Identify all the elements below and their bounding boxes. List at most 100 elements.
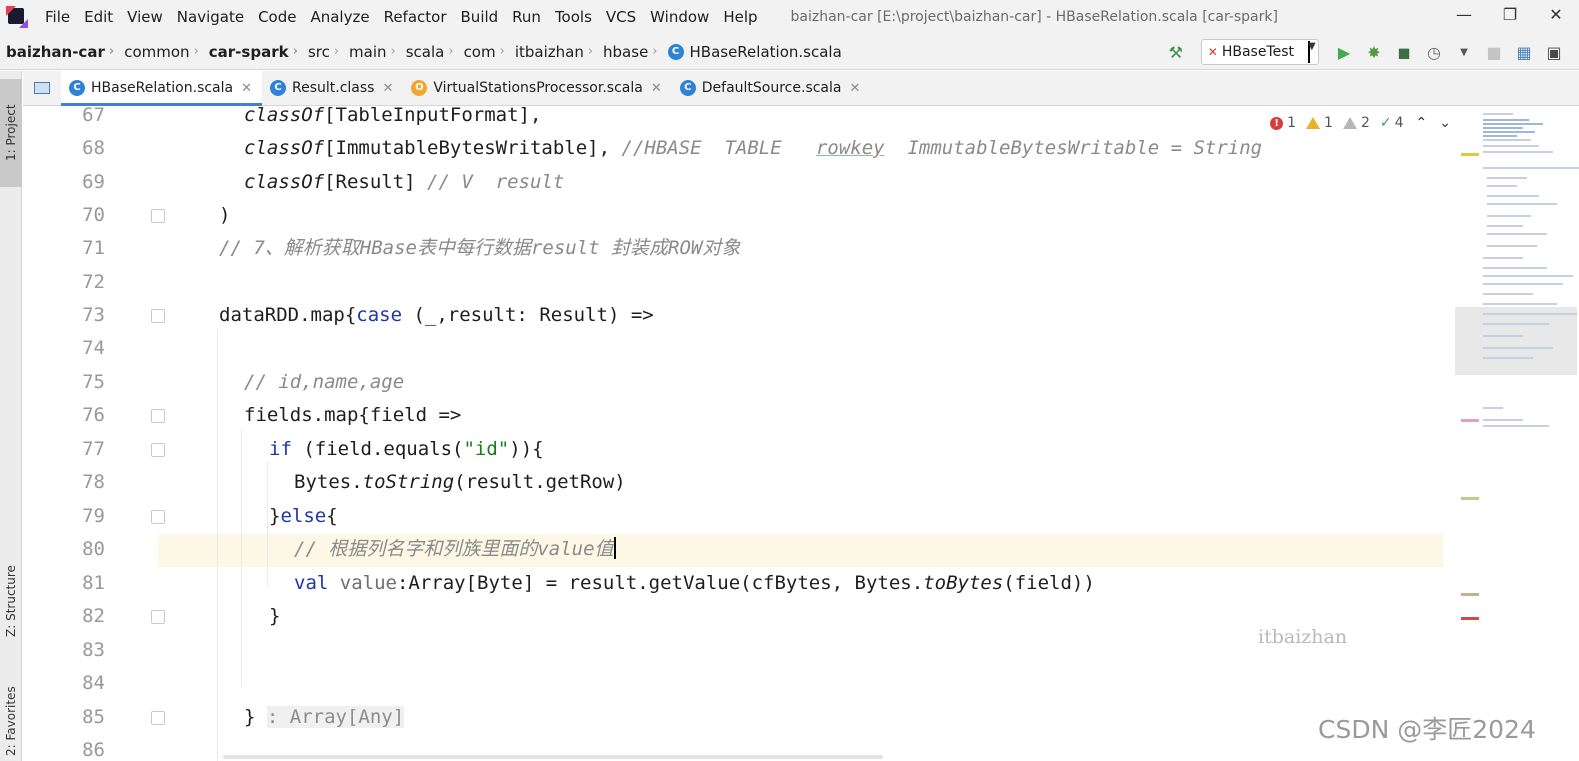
window-title: baizhan-car [E:\project\baizhan-car] - H… [790, 9, 1278, 25]
code-line: // id,name,age [244, 371, 405, 393]
weak-warning-count[interactable]: 2 [1342, 115, 1370, 131]
menu-file[interactable]: File [38, 0, 77, 34]
csdn-watermark: CSDN @李匠2024 [1318, 715, 1536, 744]
line-number: 70 [82, 204, 105, 226]
more-run-chevron-icon[interactable]: ▼ [1449, 37, 1479, 67]
code-line: classOf[TableInputFormat], [244, 107, 542, 126]
line-number: 68 [82, 137, 105, 159]
warning-count[interactable]: 1 [1306, 115, 1333, 131]
code-editor[interactable]: 67 68 69 70 71 72 73 74 75 76 77 78 79 8… [23, 107, 1579, 761]
indent-guide [241, 429, 242, 687]
stripe-mark[interactable] [1461, 593, 1479, 596]
menu-view[interactable]: View [120, 0, 170, 34]
breadcrumb-scala[interactable]: scala › [400, 34, 458, 70]
intellij-logo-icon [6, 6, 28, 28]
close-window-icon[interactable]: ✕ [1533, 0, 1579, 34]
menu-vcs[interactable]: VCS [599, 0, 643, 34]
menu-refactor[interactable]: Refactor [377, 0, 454, 34]
typo-check-icon: ✓ [1379, 115, 1392, 131]
fold-marker-icon[interactable] [151, 610, 165, 624]
breadcrumb-file[interactable]: C HBaseRelation.scala [662, 34, 846, 70]
fold-marker-icon[interactable] [151, 409, 165, 423]
menu-edit[interactable]: Edit [77, 0, 120, 34]
config-error-icon: ✕ [1207, 45, 1218, 59]
breadcrumb-src[interactable]: src › [302, 34, 343, 70]
tab-hbaserelation[interactable]: C HBaseRelation.scala ✕ [61, 71, 263, 106]
run-configuration-select[interactable]: ✕ HBaseTest ▼ [1200, 39, 1319, 65]
line-number: 85 [82, 706, 105, 728]
line-number: 84 [82, 672, 105, 694]
breadcrumb-common[interactable]: common › [118, 34, 203, 70]
terminal-icon[interactable]: ▣ [1539, 37, 1569, 67]
code-line: }else{ [269, 505, 338, 527]
project-tool-tab[interactable]: 1: Project [0, 79, 22, 187]
warning-stripe-mark[interactable] [1461, 153, 1479, 156]
typo-count[interactable]: ✓ 4 [1380, 115, 1404, 131]
menu-window[interactable]: Window [643, 0, 716, 34]
chevron-down-icon: ▼ [1308, 41, 1316, 63]
debug-icon[interactable]: ✸ [1359, 37, 1389, 67]
code-line: fields.map{field => [244, 404, 462, 426]
window-icon [34, 82, 50, 94]
scala-class-icon: C [69, 80, 85, 96]
window-controls: — ❐ ✕ [1441, 0, 1579, 34]
build-hammer-icon[interactable]: ⚒ [1161, 37, 1191, 67]
previous-problem-icon[interactable]: ⌃ [1416, 115, 1428, 131]
breadcrumb-main[interactable]: main › [343, 34, 400, 70]
fold-marker-icon[interactable] [151, 309, 165, 323]
code-line: classOf[ImmutableBytesWritable], //HBASE… [244, 137, 1263, 159]
fold-marker-icon[interactable] [151, 711, 165, 725]
close-tab-icon[interactable]: ✕ [651, 81, 662, 96]
breadcrumb-project[interactable]: baizhan-car › [0, 34, 118, 70]
menu-analyze[interactable]: Analyze [303, 0, 376, 34]
editor-gutter: 67 68 69 70 71 72 73 74 75 76 77 78 79 8… [23, 107, 165, 761]
tab-virtualstationsprocessor[interactable]: O VirtualStationsProcessor.scala ✕ [403, 71, 671, 105]
close-tab-icon[interactable]: ✕ [241, 81, 252, 96]
structure-tool-tab[interactable]: Z: Structure [0, 541, 22, 661]
stop-icon[interactable]: ■ [1479, 37, 1509, 67]
menu-build[interactable]: Build [454, 0, 506, 34]
run-toolbar: ⚒ ✕ HBaseTest ▼ ▶ ✸ ◼ ◷ ▼ ■ ▦ ▣ [1161, 34, 1569, 70]
coverage-icon[interactable]: ◼ [1389, 37, 1419, 67]
breadcrumb-hbase[interactable]: hbase › [597, 34, 661, 70]
error-stripe-mark[interactable] [1461, 617, 1479, 620]
favorites-tool-tab[interactable]: 2: Favorites [0, 681, 22, 761]
menu-run[interactable]: Run [505, 0, 548, 34]
menu-help[interactable]: Help [716, 0, 764, 34]
run-icon[interactable]: ▶ [1329, 37, 1359, 67]
fold-marker-icon[interactable] [151, 510, 165, 524]
horizontal-scrollbar[interactable] [223, 755, 883, 759]
breadcrumb-module[interactable]: car-spark › [203, 34, 302, 70]
code-minimap[interactable] [1453, 107, 1579, 761]
stripe-mark[interactable] [1461, 497, 1479, 500]
project-structure-icon[interactable]: ▦ [1509, 37, 1539, 67]
fold-marker-icon[interactable] [151, 443, 165, 457]
profile-icon[interactable]: ◷ [1419, 37, 1449, 67]
menu-navigate[interactable]: Navigate [170, 0, 251, 34]
scala-class-icon: C [667, 43, 684, 60]
line-number: 75 [82, 371, 105, 393]
code-line: // 7、解析获取HBase表中每行数据result 封装成ROW对象 [219, 237, 741, 259]
error-count[interactable]: ! 1 [1270, 115, 1296, 131]
itbaizhan-watermark: itbaizhan [1258, 626, 1348, 648]
warning-icon [1306, 117, 1321, 129]
close-tab-icon[interactable]: ✕ [849, 81, 860, 96]
breadcrumb-itbaizhan[interactable]: itbaizhan › [509, 34, 597, 70]
line-number: 78 [82, 471, 105, 493]
minimap-viewport[interactable] [1455, 307, 1577, 375]
tab-result-class[interactable]: C Result.class ✕ [262, 71, 403, 105]
next-problem-icon[interactable]: ⌄ [1439, 115, 1451, 131]
stripe-mark[interactable] [1461, 419, 1479, 422]
breadcrumb-com[interactable]: com › [458, 34, 509, 70]
weak-warning-icon [1342, 117, 1357, 129]
fold-marker-icon[interactable] [151, 209, 165, 223]
close-tab-icon[interactable]: ✕ [382, 81, 393, 96]
tab-defaultsource[interactable]: C DefaultSource.scala ✕ [672, 71, 871, 105]
pinned-tab[interactable] [23, 71, 61, 105]
minimize-icon[interactable]: — [1441, 0, 1487, 34]
inspections-widget[interactable]: ! 1 1 2 ✓ 4 ⌃ ⌄ [1260, 115, 1451, 131]
menu-tools[interactable]: Tools [548, 0, 599, 34]
restore-icon[interactable]: ❐ [1487, 0, 1533, 34]
menu-code[interactable]: Code [251, 0, 303, 34]
line-number: 72 [82, 271, 105, 293]
